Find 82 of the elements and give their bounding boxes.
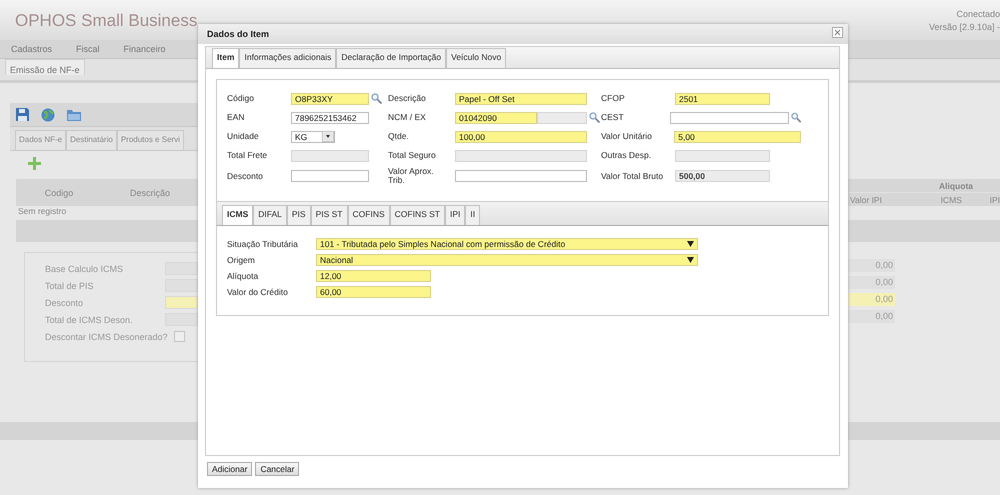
tax-tab[interactable]: IPI [444, 205, 466, 225]
select-field[interactable]: 101 - Tributada pelo Simples Nacional com permissão de Crédito [316, 238, 698, 250]
tax-tab[interactable]: COFINS [348, 205, 390, 225]
version-label: Versão [2.9.10a] - [928, 21, 1000, 34]
field-label: NCM / EX [388, 113, 427, 122]
add-icon[interactable] [28, 157, 41, 170]
field-label: Unidade [227, 132, 260, 141]
tax-tab[interactable]: PIS [286, 205, 311, 225]
column-header: IPI [988, 194, 1000, 204]
dialog-title: Dados do Item [207, 29, 270, 39]
caret-icon [322, 131, 334, 142]
search-icon[interactable] [589, 112, 600, 123]
input-field[interactable]: 12,00 [316, 270, 431, 282]
input-field[interactable]: 5,00 [674, 130, 801, 142]
column-group-header: Aliquota [938, 180, 974, 190]
caret-icon [687, 257, 694, 263]
field-label: Total Seguro [388, 151, 437, 160]
total-value: 0,00 [848, 293, 895, 306]
column-header: Descrição [128, 188, 171, 198]
tax-tab[interactable]: PIS ST [310, 205, 348, 225]
field-label: EAN [227, 113, 246, 122]
dialog-tab[interactable]: Veículo Novo [446, 48, 506, 68]
column-header: Valor IPI [849, 194, 883, 204]
search-icon[interactable] [371, 93, 382, 104]
field-label: Origem [227, 255, 256, 265]
column-header: Codigo [44, 188, 74, 198]
input-field[interactable] [670, 112, 789, 124]
field-label: Alíquota [227, 271, 260, 281]
total-label: Total de ICMS Deson. [45, 314, 134, 324]
total-label: Total de PIS [45, 280, 95, 290]
empty-message: Sem registro [18, 206, 66, 216]
dialog-tab[interactable]: Declaração de Importação [336, 48, 446, 68]
input-field[interactable] [455, 170, 587, 182]
field-label: Código [227, 94, 255, 103]
field-label: Qtde. [388, 132, 410, 141]
field-label: Desconto [227, 172, 264, 180]
column-header: ICMS [940, 194, 963, 204]
total-label: Desconto [45, 298, 84, 308]
globe-icon[interactable] [41, 108, 55, 122]
total-value: 0,00 [848, 259, 895, 272]
search-icon[interactable] [790, 112, 801, 123]
input-field[interactable]: O8P33XY [291, 92, 369, 104]
unit-select[interactable]: KG [291, 130, 335, 142]
dialog-tab[interactable]: Informações adicionais [239, 48, 336, 68]
total-label: Base Calculo ICMS [45, 264, 124, 274]
input-field[interactable]: 01042090 [455, 112, 537, 124]
field-label: Valor Unitário [601, 132, 653, 141]
input-field[interactable]: Papel - Off Set [455, 92, 587, 104]
close-icon[interactable] [832, 26, 843, 38]
select-field[interactable]: Nacional [316, 254, 698, 266]
total-value: 0,00 [848, 310, 895, 323]
caret-icon [687, 241, 694, 247]
input-field[interactable] [291, 170, 369, 182]
page-tab[interactable]: Emissão de NF-e [5, 59, 85, 75]
total-value: 0,00 [848, 276, 895, 289]
field-label: Valor do Crédito [227, 287, 289, 297]
input-field[interactable]: 60,00 [316, 286, 431, 298]
dialog-tab[interactable]: Item [212, 48, 240, 68]
save-icon[interactable] [16, 108, 29, 121]
checkbox[interactable] [174, 331, 185, 342]
folder-icon[interactable] [67, 108, 81, 120]
tax-tab[interactable]: DIFAL [253, 205, 287, 225]
tax-tab[interactable]: II [465, 205, 480, 225]
tax-tab[interactable]: ICMS [222, 205, 254, 225]
input-field[interactable]: 7896252153462 [291, 112, 369, 124]
input-field[interactable]: 100,00 [455, 130, 587, 142]
field-label: Outras Desp. [601, 151, 652, 160]
field-label: CFOP [601, 94, 626, 103]
field-label: Descrição [388, 94, 427, 103]
field-label: CEST [601, 113, 625, 122]
dialog-button[interactable]: Cancelar [255, 462, 300, 476]
app-title: OPHOS Small Business [14, 10, 198, 32]
ex-field[interactable] [537, 112, 587, 124]
dialog-button[interactable]: Adicionar [207, 462, 252, 476]
field-label: Total Frete [227, 151, 268, 160]
connection-status: Conectado [955, 8, 1000, 21]
checkbox-label: Descontar ICMS Desonerado? [45, 332, 165, 342]
field-label: Valor Aprox. Trib. [388, 167, 435, 185]
field-label: Valor Total Bruto [601, 172, 664, 180]
tax-tab[interactable]: COFINS ST [390, 205, 445, 225]
input-field[interactable]: 2501 [675, 92, 770, 104]
field-label: Situação Tributária [227, 239, 299, 249]
